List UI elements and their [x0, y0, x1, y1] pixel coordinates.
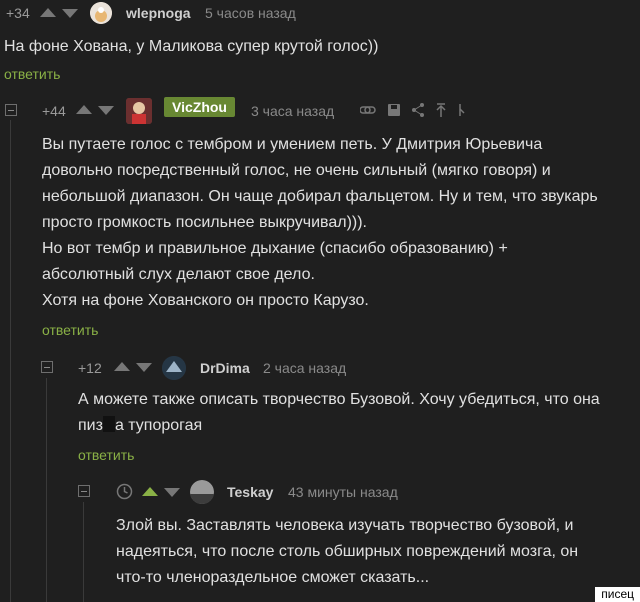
link-icon [359, 106, 376, 114]
reply-button[interactable]: ответить [78, 447, 134, 463]
comment-time[interactable]: 43 минуты назад [288, 484, 398, 500]
collapse-toggle[interactable] [41, 361, 53, 373]
author-badge[interactable]: VicZhou [164, 97, 235, 117]
comment-time[interactable]: 3 часа назад [251, 103, 334, 119]
comment-author[interactable]: DrDima [200, 360, 250, 376]
share-icon [412, 103, 424, 117]
avatar[interactable] [190, 480, 214, 504]
thread-line[interactable] [46, 378, 47, 602]
avatar[interactable] [126, 98, 152, 124]
reply-button[interactable]: ответить [42, 322, 98, 338]
downvote-icon[interactable] [62, 9, 78, 18]
downvote-icon[interactable] [136, 363, 152, 372]
upvote-icon[interactable] [114, 362, 130, 371]
upvote-icon[interactable] [76, 105, 92, 114]
scroll-up-icon [436, 103, 446, 117]
avatar-image-icon [162, 356, 186, 380]
comment-author[interactable]: wlepnoga [126, 5, 191, 21]
comment-rating: +34 [6, 5, 30, 21]
collapse-toggle[interactable] [5, 104, 17, 116]
comment-text: Вы путаете голос с тембром и умением пет… [42, 136, 598, 309]
upvote-icon[interactable] [142, 487, 158, 496]
comment-text: Злой вы. Заставлять человека изучать тво… [116, 517, 579, 586]
comment-text: На фоне Хована, у Маликова супер крутой … [4, 38, 379, 55]
downvote-icon[interactable] [164, 488, 180, 497]
comment-time[interactable]: 2 часа назад [263, 360, 346, 376]
parent-icon [459, 104, 465, 116]
clock-icon [116, 483, 133, 500]
downvote-icon[interactable] [98, 106, 114, 115]
watermark: писец [595, 587, 640, 602]
comment-text: А можете также описать творчество Бузово… [78, 391, 600, 434]
comment-author[interactable]: Teskay [227, 484, 273, 500]
avatar-image-icon [126, 98, 152, 124]
comment-rating: +44 [42, 103, 66, 119]
comment-author[interactable]: VicZhou [164, 97, 235, 117]
avatar-image-icon [190, 480, 214, 504]
upvote-icon[interactable] [40, 8, 56, 17]
collapse-toggle[interactable] [78, 485, 90, 497]
reply-button[interactable]: ответить [4, 66, 60, 82]
avatar-image-icon [90, 2, 112, 24]
thread-line[interactable] [10, 120, 11, 602]
avatar[interactable] [90, 2, 112, 24]
avatar[interactable] [162, 356, 186, 380]
comment-actions [359, 101, 480, 119]
save-icon [388, 104, 400, 116]
censor-block [102, 416, 115, 432]
comment-rating: +12 [78, 360, 102, 376]
thread-line[interactable] [83, 502, 84, 602]
comment-time[interactable]: 5 часов назад [205, 5, 296, 21]
